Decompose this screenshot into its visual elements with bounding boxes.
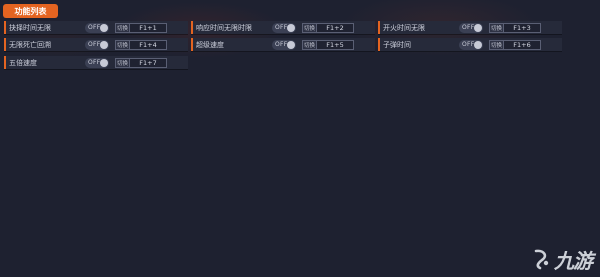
hotkey-keys: F1+5 (317, 40, 353, 49)
toggle-state: OFF (462, 41, 475, 48)
feature-label: 子弹时间 (383, 40, 411, 49)
feature-label: 响应时间无限时限 (196, 23, 252, 32)
toggle-state: OFF (88, 24, 101, 31)
toggle-state: OFF (275, 41, 288, 48)
hotkey-switch-label: 切换 (116, 40, 130, 49)
toggle-knob (100, 58, 108, 67)
feature-row: 响应时间无限时限 OFF 切换 F1+2 (191, 21, 375, 34)
hotkey-box[interactable]: 切换 F1+7 (115, 57, 167, 68)
feature-label: 抉择时间无限 (9, 23, 51, 32)
hotkey-switch-label: 切换 (303, 23, 317, 32)
feature-label: 超级速度 (196, 40, 224, 49)
hotkey-switch-label: 切换 (490, 23, 504, 32)
toggle-knob (100, 40, 108, 49)
hotkey-switch-label: 切换 (490, 40, 504, 49)
toggle-knob (474, 23, 482, 32)
feature-label: 无限死亡回溯 (9, 40, 51, 49)
hotkey-box[interactable]: 切换 F1+1 (115, 22, 167, 33)
feature-list-title: 功能列表 (14, 6, 47, 16)
feature-row: 五倍速度 OFF 切换 F1+7 (4, 56, 188, 69)
feature-toggle[interactable]: OFF (85, 57, 109, 68)
hotkey-box[interactable]: 切换 F1+5 (302, 39, 354, 50)
feature-toggle[interactable]: OFF (272, 22, 296, 33)
feature-row: 超级速度 OFF 切换 F1+5 (191, 38, 375, 51)
feature-list-tab[interactable]: 功能列表 (3, 4, 58, 18)
feature-toggle[interactable]: OFF (85, 22, 109, 33)
toggle-state: OFF (88, 41, 101, 48)
toggle-knob (474, 40, 482, 49)
feature-row: 抉择时间无限 OFF 切换 F1+1 (4, 21, 188, 34)
feature-label: 五倍速度 (9, 58, 37, 67)
watermark-text: 九游 (554, 248, 593, 273)
feature-toggle[interactable]: OFF (85, 39, 109, 50)
hotkey-switch-label: 切换 (116, 58, 130, 67)
feature-toggle[interactable]: OFF (459, 22, 483, 33)
hotkey-switch-label: 切换 (116, 23, 130, 32)
jiuyou-watermark: 九游 (530, 247, 593, 273)
hotkey-keys: F1+6 (504, 40, 540, 49)
feature-row: 开火时间无限 OFF 切换 F1+3 (378, 21, 562, 34)
hotkey-keys: F1+4 (130, 40, 166, 49)
feature-row: 子弹时间 OFF 切换 F1+6 (378, 38, 562, 51)
feature-toggle[interactable]: OFF (459, 39, 483, 50)
hotkey-box[interactable]: 切换 F1+4 (115, 39, 167, 50)
toggle-state: OFF (275, 24, 288, 31)
hotkey-keys: F1+3 (504, 23, 540, 32)
toggle-knob (287, 23, 295, 32)
hotkey-box[interactable]: 切换 F1+6 (489, 39, 541, 50)
toggle-knob (287, 40, 295, 49)
toggle-state: OFF (462, 24, 475, 31)
toggle-state: OFF (88, 59, 101, 66)
hotkey-box[interactable]: 切换 F1+2 (302, 22, 354, 33)
hotkey-switch-label: 切换 (303, 40, 317, 49)
feature-row: 无限死亡回溯 OFF 切换 F1+4 (4, 38, 188, 51)
feature-toggle[interactable]: OFF (272, 39, 296, 50)
feature-label: 开火时间无限 (383, 23, 425, 32)
toggle-knob (100, 23, 108, 32)
hotkey-keys: F1+7 (130, 58, 166, 67)
jiuyou-logo-icon (534, 249, 549, 270)
hotkey-keys: F1+1 (130, 23, 166, 32)
hotkey-keys: F1+2 (317, 23, 353, 32)
hotkey-box[interactable]: 切换 F1+3 (489, 22, 541, 33)
